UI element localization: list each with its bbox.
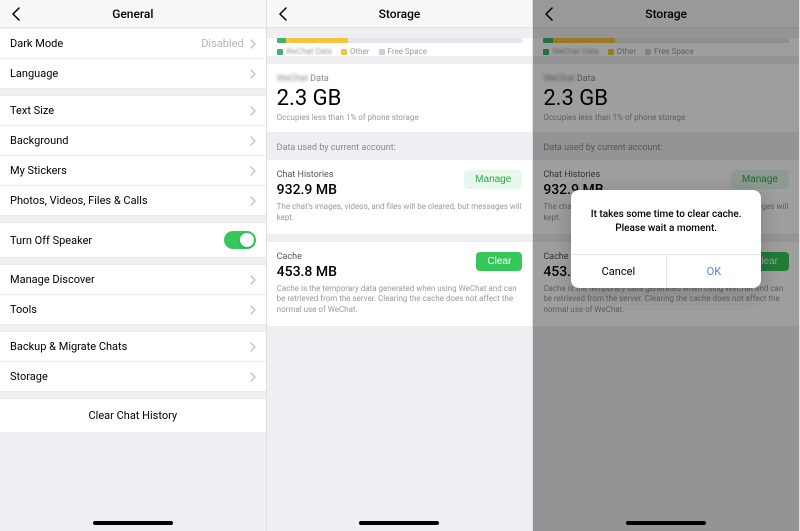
item-description: Cache is the temporary data generated wh… [277,284,523,316]
dialog-buttons: Cancel OK [571,254,761,288]
cache-item: Cache 453.8 MB Clear Cache is the tempor… [267,241,533,327]
dialog-message: It takes some time to clear cache. Pleas… [571,190,761,254]
home-indicator [359,521,439,525]
chevron-right-icon [250,342,256,352]
panel-storage: Storage WeChat Data Other Free Space WeC… [267,0,534,531]
dialog-line2: Please wait a moment. [615,223,717,234]
row-label: Turn Off Speaker [10,234,224,247]
header-storage: Storage [267,0,533,28]
total-data-title: WeChat Data [277,74,523,84]
dialog-line1: It takes some time to clear cache. [591,209,742,220]
dark-mode-value: Disabled [201,37,243,50]
row-manage-discover[interactable]: Manage Discover [0,264,266,295]
row-label: Clear Chat History [89,409,178,422]
legend-label: WeChat Data [286,47,332,56]
panel-storage-dialog: Storage WeChat Data Other Free Space WeC… [533,0,800,531]
row-label: Language [10,67,250,80]
section-header: Data used by current account: [267,133,533,159]
dialog-ok-button[interactable]: OK [667,255,762,288]
title-suffix: Data [308,74,329,84]
chevron-right-icon [250,69,256,79]
row-backup-migrate[interactable]: Backup & Migrate Chats [0,331,266,362]
row-turn-off-speaker[interactable]: Turn Off Speaker [0,222,266,258]
chevron-right-icon [250,166,256,176]
swatch-icon [379,49,385,55]
chevron-right-icon [250,196,256,206]
row-text-size[interactable]: Text Size [0,95,266,126]
item-description: The chat's images, videos, and files wil… [277,202,523,224]
item-value: 932.9 MB [277,182,337,198]
item-value: 453.8 MB [277,264,337,280]
panel-general: General Dark Mode Disabled Language Text… [0,0,267,531]
row-language[interactable]: Language [0,59,266,89]
swatch-icon [341,49,347,55]
chevron-left-icon [12,7,20,21]
item-name: Cache [277,252,337,262]
row-my-stickers[interactable]: My Stickers [0,156,266,186]
row-label: Backup & Migrate Chats [10,340,250,353]
legend-app: WeChat Data [277,47,332,56]
chevron-right-icon [250,275,256,285]
bar-segment-free [348,38,522,43]
row-label: Photos, Videos, Files & Calls [10,194,250,207]
page-title: General [112,7,153,21]
back-button[interactable] [8,6,24,22]
row-value: Disabled [201,37,255,50]
chevron-left-icon [279,7,287,21]
chevron-right-icon [250,136,256,146]
row-photos-videos[interactable]: Photos, Videos, Files & Calls [0,186,266,216]
item-name: Chat Histories [277,170,337,180]
row-label: Tools [10,303,250,316]
storage-legend: WeChat Data Other Free Space [277,47,523,56]
row-label: Manage Discover [10,273,250,286]
clear-button[interactable]: Clear [476,252,522,271]
chevron-right-icon [250,305,256,315]
swatch-icon [277,49,283,55]
blurred-text: WeChat [277,74,308,84]
chevron-right-icon [250,372,256,382]
legend-free: Free Space [379,47,427,56]
row-label: Background [10,134,250,147]
total-data-value: 2.3 GB [277,86,523,111]
legend-other: Other [341,47,369,56]
row-background[interactable]: Background [0,126,266,156]
chat-histories-item: Chat Histories 932.9 MB Manage The chat'… [267,159,533,235]
row-tools[interactable]: Tools [0,295,266,325]
toggle-speaker[interactable] [224,231,256,249]
home-indicator [93,521,173,525]
row-dark-mode[interactable]: Dark Mode Disabled [0,28,266,59]
storage-usage-bar [277,38,523,43]
back-button[interactable] [275,6,291,22]
chevron-right-icon [250,106,256,116]
row-label: Dark Mode [10,37,201,50]
total-data-block: WeChat Data 2.3 GB Occupies less than 1%… [267,64,533,133]
legend-label: Free Space [388,47,427,56]
row-storage[interactable]: Storage [0,362,266,392]
row-label: My Stickers [10,164,250,177]
manage-button[interactable]: Manage [464,170,522,189]
bar-segment-app [277,38,287,43]
page-title: Storage [379,7,421,21]
legend-label: Other [350,47,369,56]
clear-chat-history-button[interactable]: Clear Chat History [0,398,266,433]
row-label: Text Size [10,104,250,117]
header-general: General [0,0,266,28]
bar-segment-other [286,38,347,43]
chevron-right-icon [250,39,256,49]
clear-cache-dialog: It takes some time to clear cache. Pleas… [571,190,761,288]
row-label: Storage [10,370,250,383]
dialog-cancel-button[interactable]: Cancel [571,255,667,288]
total-data-subtitle: Occupies less than 1% of phone storage [277,113,523,122]
